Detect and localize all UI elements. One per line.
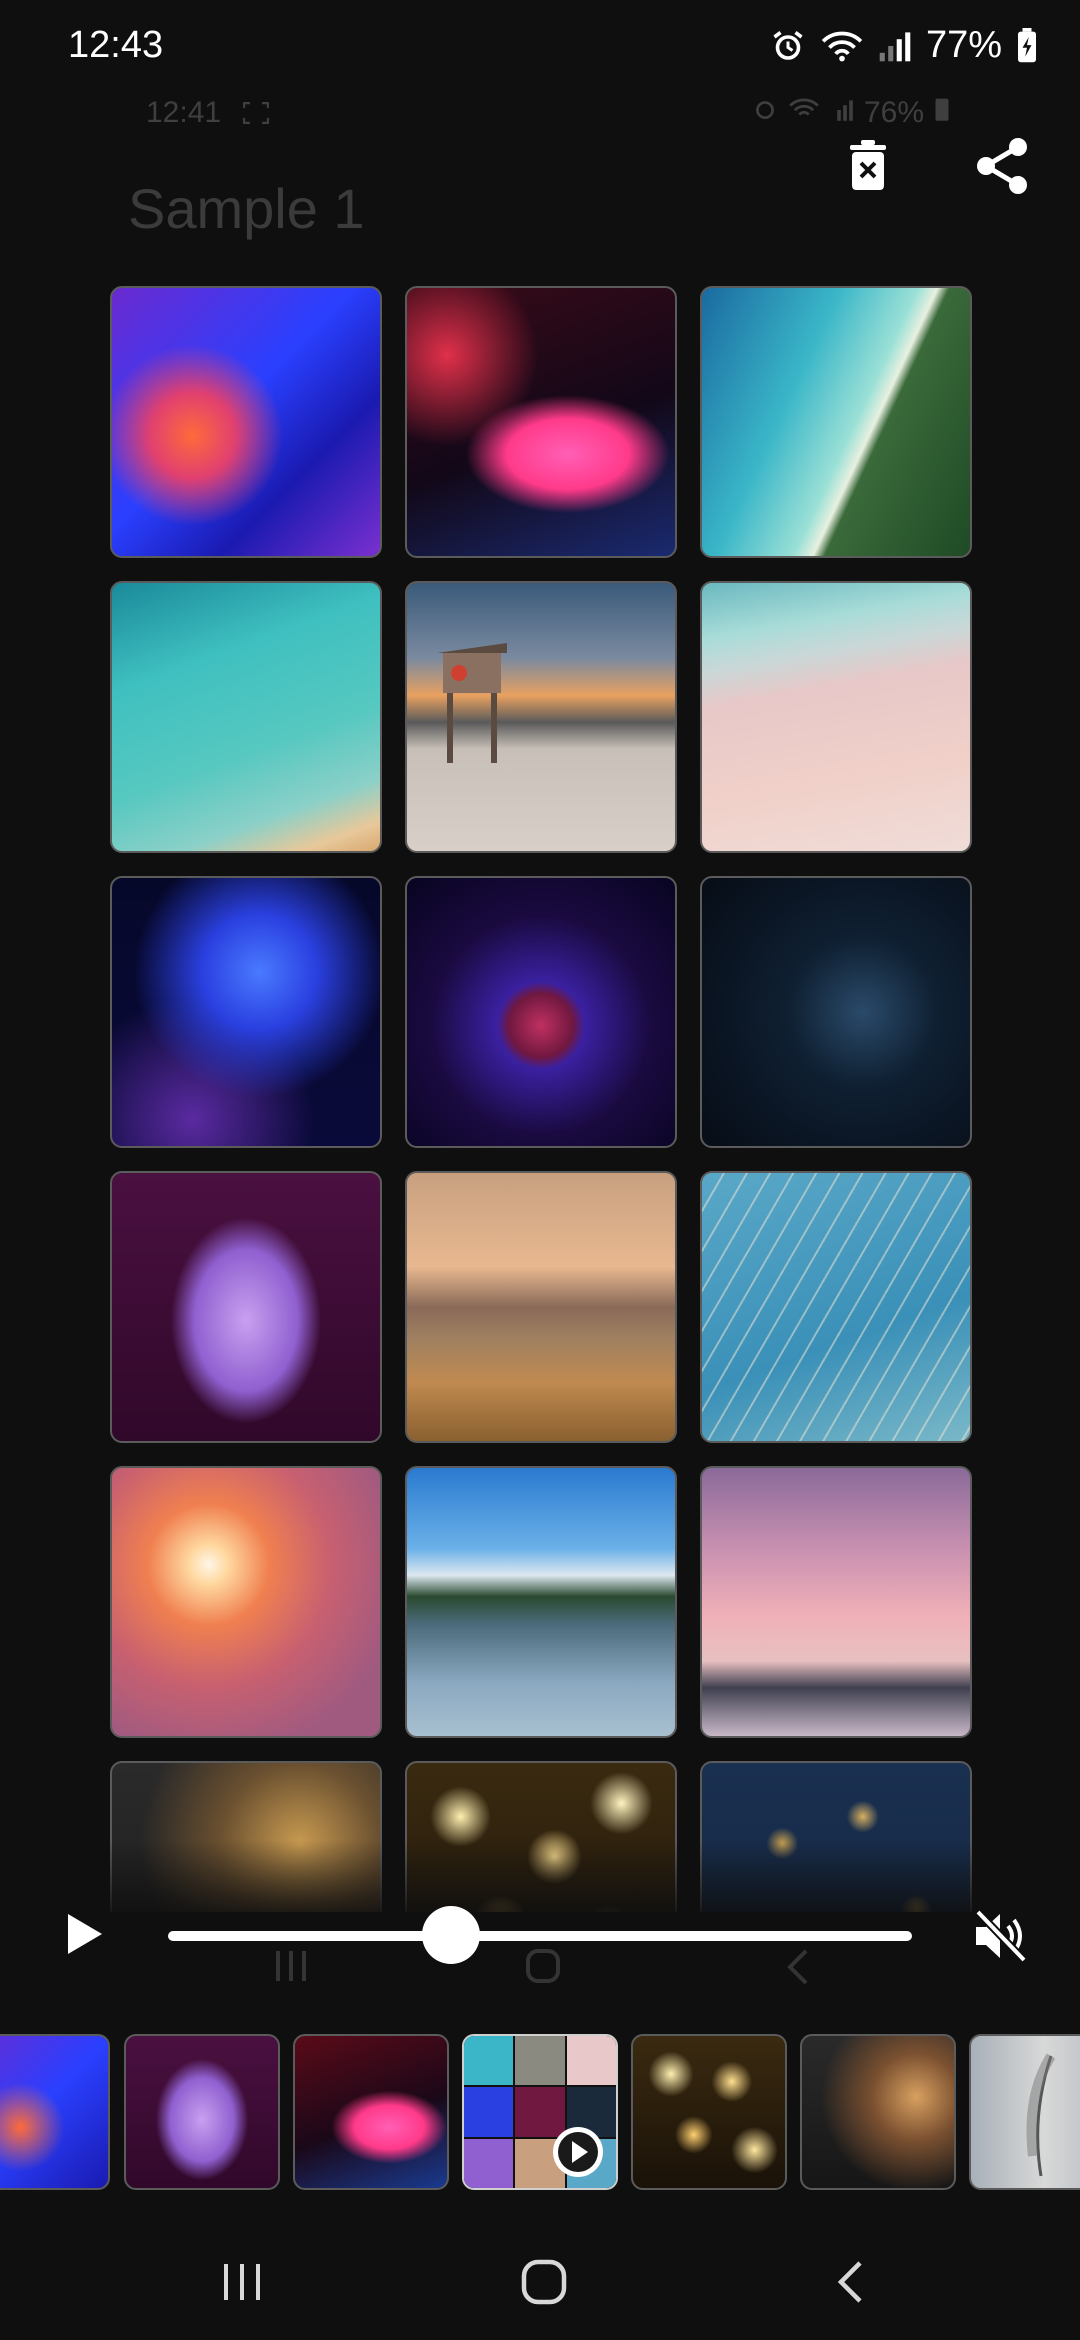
collage-cell — [464, 2087, 514, 2137]
filmstrip-item-5[interactable] — [631, 2034, 787, 2190]
photo-tile-10[interactable] — [110, 1171, 382, 1443]
play-button[interactable] — [56, 1904, 112, 1964]
recents-button[interactable] — [212, 2254, 272, 2314]
captured-alarm-icon — [752, 96, 778, 130]
photo-tile-14[interactable] — [405, 1466, 677, 1738]
home-button[interactable] — [512, 2254, 576, 2314]
navigation-bar — [0, 2218, 1080, 2340]
photo-tile-9[interactable] — [700, 876, 972, 1148]
filmstrip-item-6[interactable] — [800, 2034, 956, 2190]
photo-tile-11[interactable] — [405, 1171, 677, 1443]
photo-tile-2[interactable] — [405, 286, 677, 558]
home-icon — [520, 2258, 568, 2311]
captured-status-overlay: 12:41 76% — [146, 96, 949, 136]
captured-home-icon — [525, 1948, 561, 1994]
signal-icon — [878, 29, 912, 63]
collage-cell — [566, 2036, 616, 2086]
photo-tile-8[interactable] — [405, 876, 677, 1148]
status-time: 12:43 — [68, 24, 164, 66]
volume-muted-icon — [972, 1909, 1030, 1968]
battery-icon — [1016, 27, 1038, 64]
collage-cell — [515, 2036, 565, 2086]
play-circle-icon — [550, 2124, 606, 2185]
photo-tile-15[interactable] — [700, 1466, 972, 1738]
delete-icon — [848, 139, 888, 197]
photo-tile-1[interactable] — [110, 286, 382, 558]
captured-recents-icon — [272, 1948, 310, 1993]
photo-tile-5[interactable] — [405, 581, 677, 853]
photo-tile-4[interactable] — [110, 581, 382, 853]
status-bar: 12:43 77% — [0, 0, 1080, 96]
photo-tile-6[interactable] — [700, 581, 972, 853]
filmstrip-item-3[interactable] — [293, 2034, 449, 2190]
seek-bar-thumb[interactable] — [421, 1906, 480, 1964]
screenshot-icon — [243, 96, 270, 129]
photo-tile-12[interactable] — [700, 1171, 972, 1443]
back-icon — [835, 2259, 865, 2310]
page-title: Sample 1 — [128, 177, 365, 240]
share-icon — [974, 137, 1030, 200]
feather-graphic — [1026, 2053, 1056, 2177]
captured-status-icons: 76% — [752, 96, 950, 130]
battery-percent: 77% — [925, 24, 1002, 66]
photo-tile-7[interactable] — [110, 876, 382, 1148]
back-button[interactable] — [826, 2254, 874, 2314]
captured-back-icon — [784, 1948, 810, 1996]
seek-bar-track[interactable] — [168, 1931, 912, 1941]
photo-tile-3[interactable] — [700, 286, 972, 558]
captured-battery-percent: 76% — [863, 96, 924, 129]
filmstrip-item-2[interactable] — [124, 2034, 280, 2190]
filmstrip-item-7[interactable] — [969, 2034, 1080, 2190]
filmstrip-item-1[interactable] — [0, 2034, 110, 2190]
mute-button[interactable] — [972, 1908, 1030, 1964]
captured-wifi-icon — [788, 96, 820, 130]
recents-icon — [220, 2262, 264, 2307]
photo-tile-13[interactable] — [110, 1466, 382, 1738]
status-icons: 77% — [770, 24, 1038, 67]
captured-battery-icon — [934, 96, 950, 130]
collage-cell — [464, 2036, 514, 2086]
filmstrip-item-4[interactable] — [462, 2034, 618, 2190]
captured-time-text: 12:41 — [146, 96, 222, 129]
share-button[interactable] — [966, 132, 1038, 204]
captured-time: 12:41 — [146, 96, 270, 130]
filmstrip — [0, 2034, 1080, 2194]
wifi-icon — [820, 28, 864, 64]
alarm-icon — [770, 28, 806, 64]
play-icon — [56, 1914, 104, 1960]
collage-cell — [464, 2138, 514, 2188]
lifeguard-tower-graphic — [437, 643, 507, 763]
delete-button[interactable] — [832, 132, 904, 204]
photo-grid — [110, 286, 972, 1912]
captured-signal-icon — [830, 96, 854, 130]
